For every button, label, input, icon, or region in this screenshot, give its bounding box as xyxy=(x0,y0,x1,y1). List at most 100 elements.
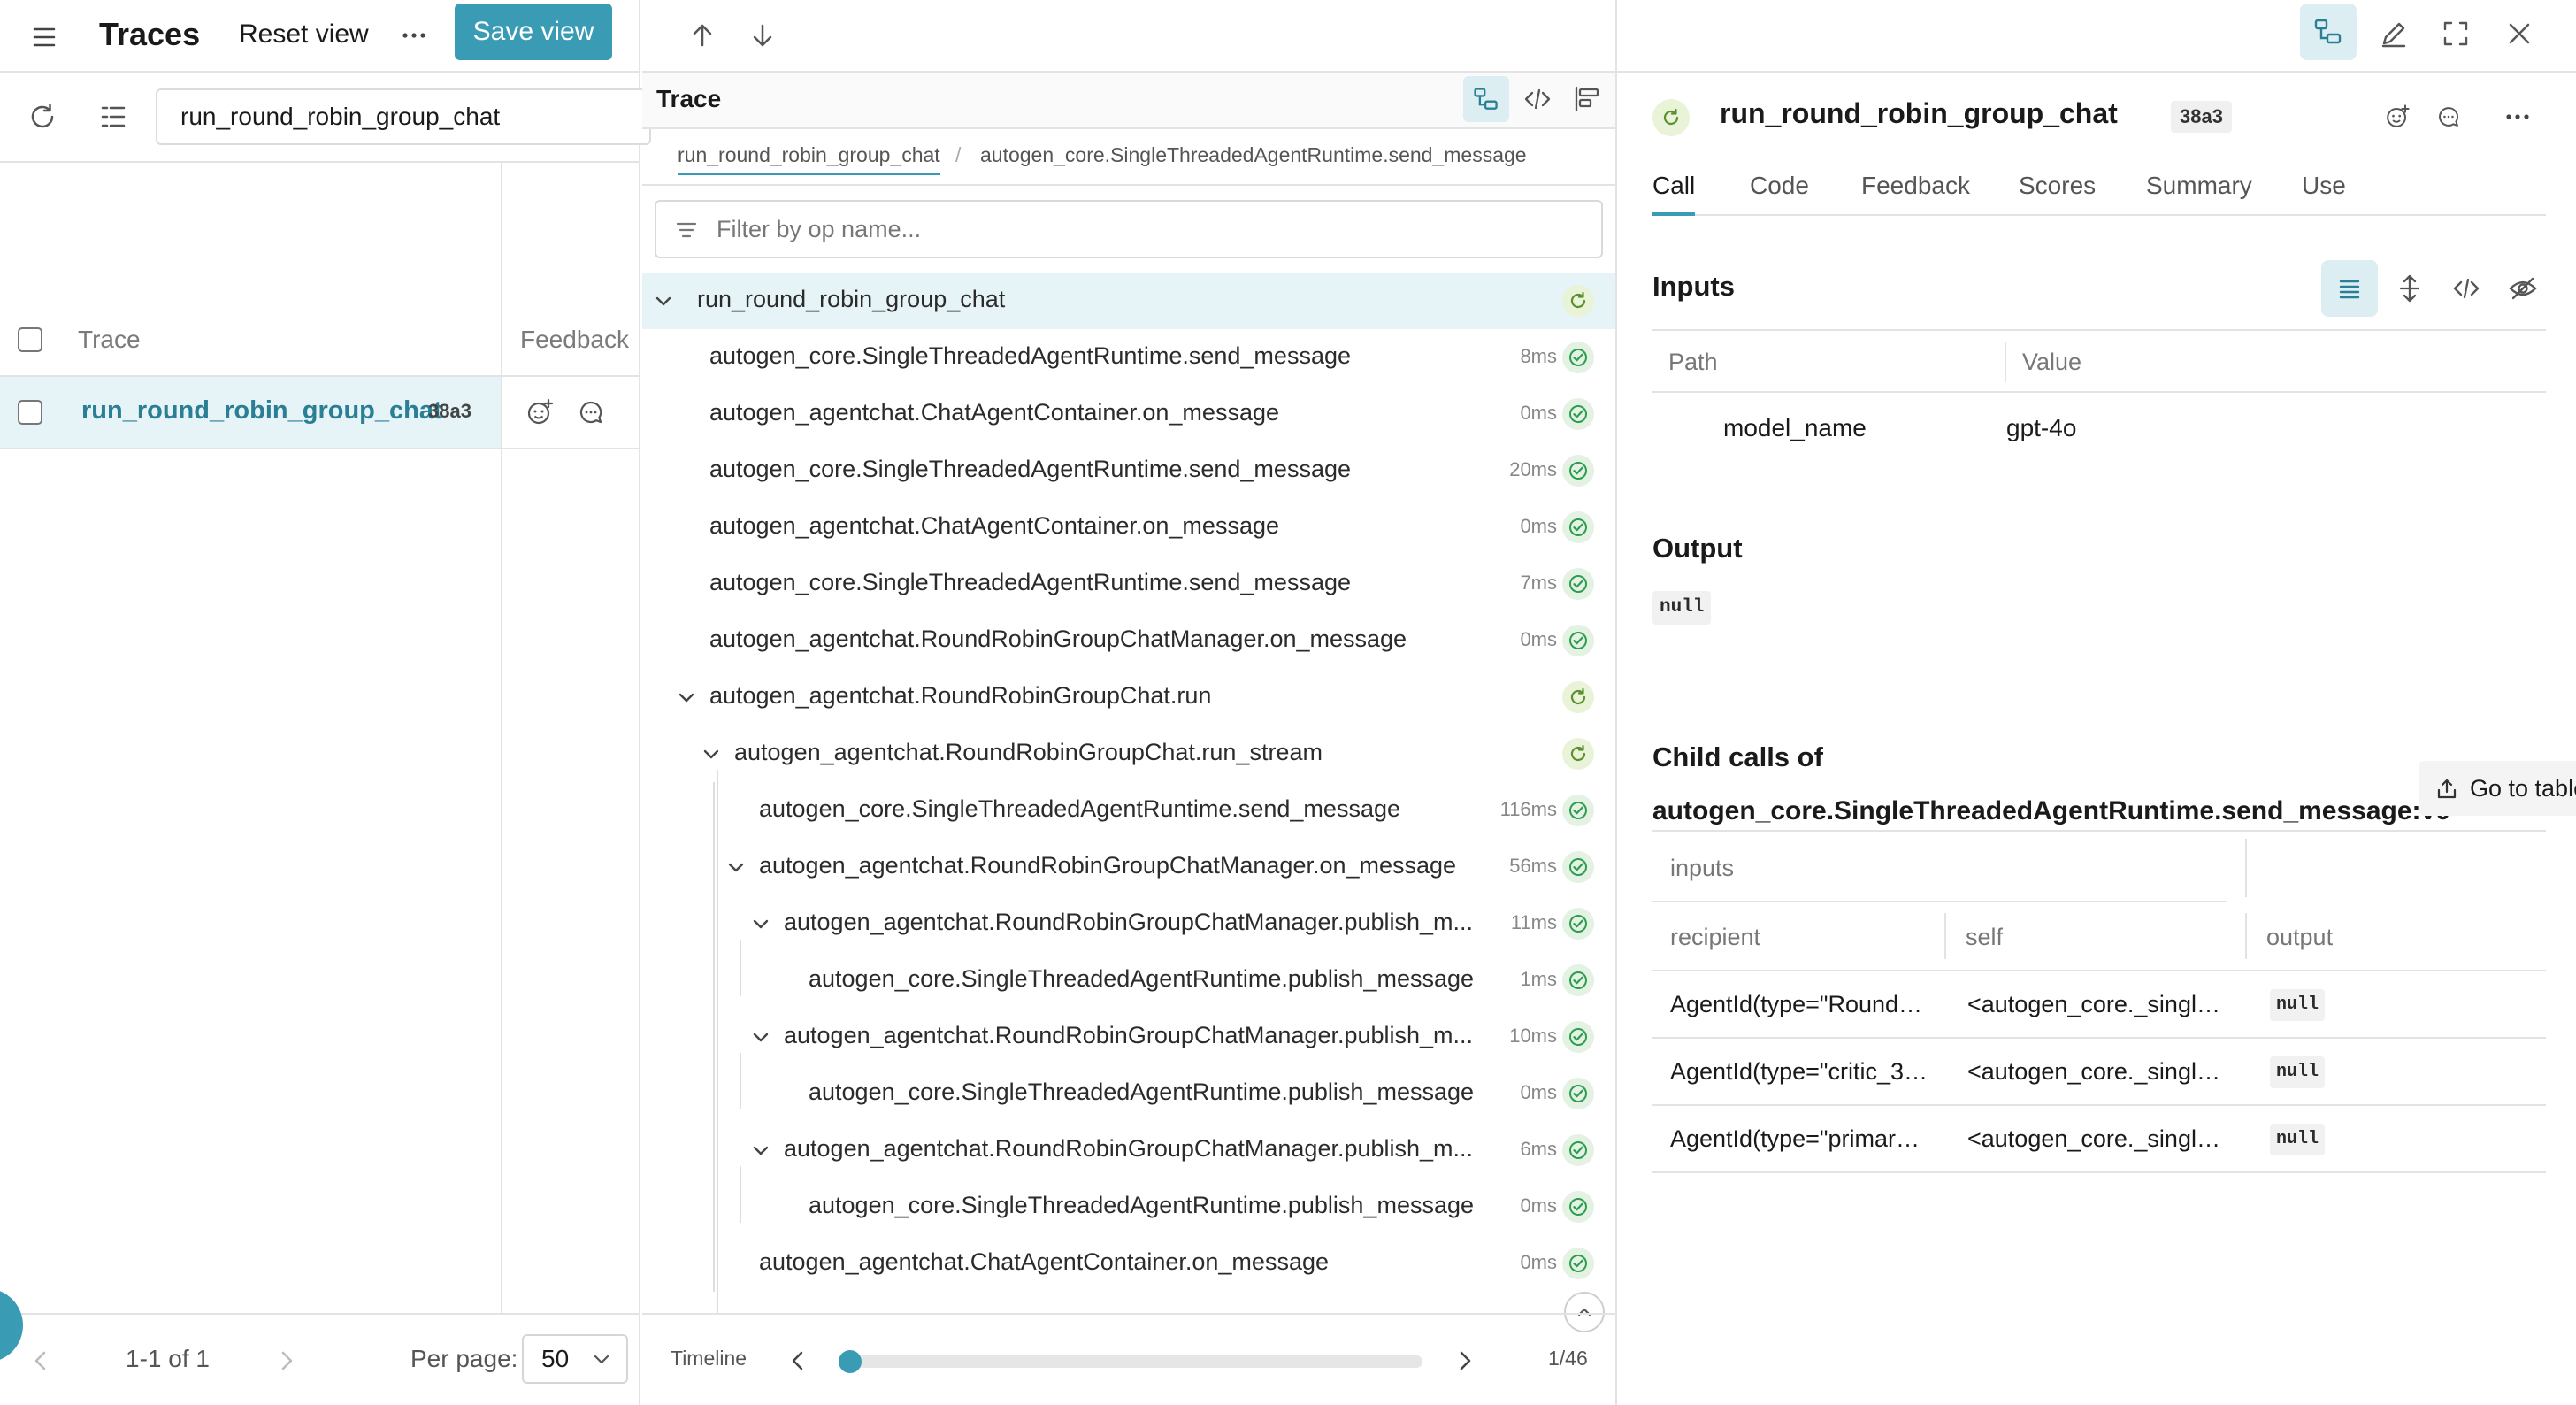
call-detail-panel: run_round_robin_group_chat 38a3 Call Cod… xyxy=(1619,73,2576,1405)
trace-tree-row[interactable]: autogen_agentchat.ChatAgentContainer.on_… xyxy=(642,499,1615,556)
timeline-bar: Timeline 1/46 xyxy=(642,1313,1615,1405)
column-header-feedback[interactable]: Feedback xyxy=(520,326,629,354)
trace-op-name: autogen_agentchat.ChatAgentContainer.on_… xyxy=(759,1248,1329,1275)
more-options-icon[interactable] xyxy=(396,18,432,53)
edit-icon[interactable] xyxy=(2376,16,2411,51)
tab-summary[interactable]: Summary xyxy=(2146,172,2252,212)
trace-op-name: autogen_core.SingleThreadedAgentRuntime.… xyxy=(709,342,1351,369)
row-checkbox[interactable] xyxy=(18,400,42,425)
trace-tree-row[interactable]: autogen_core.SingleThreadedAgentRuntime.… xyxy=(642,1179,1615,1235)
input-key: model_name xyxy=(1723,414,1867,441)
menu-icon[interactable] xyxy=(27,19,62,55)
trace-tree-row[interactable]: autogen_core.SingleThreadedAgentRuntime.… xyxy=(642,442,1615,499)
more-options-icon[interactable] xyxy=(2500,101,2535,133)
trace-tree-row[interactable]: autogen_core.SingleThreadedAgentRuntime.… xyxy=(642,952,1615,1009)
search-input[interactable]: run_round_robin_group_chat xyxy=(156,88,651,145)
trace-tree-row[interactable]: autogen_core.SingleThreadedAgentRuntime.… xyxy=(642,556,1615,612)
chevron-down-icon[interactable] xyxy=(724,855,748,879)
trace-name-link[interactable]: run_round_robin_group_chat xyxy=(81,396,442,426)
export-icon xyxy=(2434,777,2459,802)
trace-op-duration: 6ms xyxy=(1520,1138,1557,1160)
trace-tree-row[interactable]: autogen_core.SingleThreadedAgentRuntime.… xyxy=(642,782,1615,839)
trace-tree-row[interactable]: autogen_agentchat.RoundRobinGroupChatMan… xyxy=(642,839,1615,895)
previous-page-icon[interactable] xyxy=(27,1347,55,1375)
close-icon[interactable] xyxy=(2502,16,2537,51)
tab-feedback[interactable]: Feedback xyxy=(1861,172,1970,212)
traces-grid: Trace Feedback run_round_robin_group_cha… xyxy=(0,163,640,1313)
chevron-down-icon[interactable] xyxy=(674,685,699,710)
per-page-select[interactable]: 50 xyxy=(522,1334,628,1384)
trace-op-name: autogen_agentchat.RoundRobinGroupChat.ru… xyxy=(734,739,1322,765)
comment-icon[interactable] xyxy=(2433,101,2465,133)
chevron-down-icon[interactable] xyxy=(651,288,676,313)
call-title: run_round_robin_group_chat xyxy=(1720,97,2118,129)
child-calls-title: Child calls of xyxy=(1652,741,1823,772)
chevron-down-icon[interactable] xyxy=(748,1138,773,1163)
trace-tree-row[interactable]: run_round_robin_group_chat xyxy=(642,273,1615,329)
select-all-checkbox[interactable] xyxy=(18,327,42,352)
column-header-recipient[interactable]: recipient xyxy=(1670,924,1760,951)
filter-input[interactable]: Filter by op name... xyxy=(655,200,1603,258)
column-header-value: Value xyxy=(2022,349,2082,375)
trace-tree-row[interactable]: autogen_core.SingleThreadedAgentRuntime.… xyxy=(642,1065,1615,1122)
column-header-output[interactable]: output xyxy=(2266,924,2333,951)
save-view-button[interactable]: Save view xyxy=(455,4,612,60)
add-reaction-icon[interactable] xyxy=(2381,101,2413,133)
trace-op-duration: 0ms xyxy=(1520,515,1557,537)
breadcrumb-current[interactable]: autogen_core.SingleThreadedAgentRuntime.… xyxy=(980,143,1527,167)
trace-tree-row[interactable]: autogen_agentchat.ChatAgentContainer.on_… xyxy=(642,386,1615,442)
columns-icon[interactable] xyxy=(96,99,131,134)
code-icon[interactable] xyxy=(2450,273,2482,304)
chevron-down-icon[interactable] xyxy=(699,741,724,766)
table-row[interactable]: run_round_robin_group_chat 38a3 xyxy=(0,377,640,449)
trace-id-badge: 38a3 xyxy=(428,400,472,422)
trace-tree-row[interactable]: autogen_agentchat.RoundRobinGroupChat.ru… xyxy=(642,726,1615,782)
reset-view-button[interactable]: Reset view xyxy=(239,18,369,51)
table-row[interactable]: AgentId(type="primar… <autogen_core._sin… xyxy=(1652,1106,2546,1173)
trace-op-duration: 0ms xyxy=(1520,1194,1557,1217)
trace-tree-row[interactable]: autogen_agentchat.RoundRobinGroupChatMan… xyxy=(642,1009,1615,1065)
cell-recipient: AgentId(type="Round… xyxy=(1670,991,1923,1017)
trace-tree-row[interactable]: autogen_core.SingleThreadedAgentRuntime.… xyxy=(642,329,1615,386)
refresh-icon[interactable] xyxy=(25,99,60,134)
trace-tree-row[interactable]: autogen_agentchat.RoundRobinGroupChatMan… xyxy=(642,612,1615,669)
success-status-icon xyxy=(1562,568,1594,600)
column-header-self[interactable]: self xyxy=(1966,924,2003,951)
list-view-icon[interactable] xyxy=(2321,260,2378,317)
tree-guide-line xyxy=(740,1053,741,1109)
add-reaction-icon[interactable] xyxy=(522,395,557,430)
trace-op-duration: 1ms xyxy=(1520,968,1557,990)
timeline-track[interactable] xyxy=(842,1355,1422,1368)
trace-op-name: autogen_agentchat.RoundRobinGroupChatMan… xyxy=(709,626,1407,652)
chevron-down-icon[interactable] xyxy=(748,911,773,936)
breadcrumb-root[interactable]: run_round_robin_group_chat xyxy=(678,143,940,175)
trace-tree-row[interactable]: autogen_agentchat.RoundRobinGroupChatMan… xyxy=(642,1122,1615,1179)
table-row[interactable]: AgentId(type="Round… <autogen_core._sing… xyxy=(1652,971,2546,1039)
expand-icon[interactable] xyxy=(2394,273,2426,304)
column-header-trace[interactable]: Trace xyxy=(78,326,141,354)
graph-view-icon[interactable] xyxy=(1463,76,1509,122)
tab-code[interactable]: Code xyxy=(1750,172,1809,212)
timeline-slider-handle[interactable] xyxy=(839,1350,862,1373)
hide-icon[interactable] xyxy=(2507,273,2539,304)
tab-scores[interactable]: Scores xyxy=(2019,172,2096,212)
trace-tree-row[interactable]: autogen_agentchat.RoundRobinGroupChat.ru… xyxy=(642,669,1615,726)
tab-use[interactable]: Use xyxy=(2302,172,2346,212)
next-page-icon[interactable] xyxy=(272,1347,301,1375)
chevron-down-icon[interactable] xyxy=(748,1025,773,1049)
flamegraph-icon[interactable] xyxy=(1571,83,1603,115)
timeline-next-icon[interactable] xyxy=(1451,1347,1479,1375)
timeline-prev-icon[interactable] xyxy=(784,1347,812,1375)
graph-icon[interactable] xyxy=(2300,4,2357,60)
trace-tree: run_round_robin_group_chat autogen_core.S… xyxy=(642,273,1615,1313)
go-to-table-button[interactable]: Go to table xyxy=(2419,761,2576,816)
table-row[interactable]: AgentId(type="critic_3… <autogen_core._s… xyxy=(1652,1039,2546,1106)
tab-call[interactable]: Call xyxy=(1652,172,1696,216)
trace-tree-row[interactable]: autogen_agentchat.ChatAgentContainer.on_… xyxy=(642,1235,1615,1292)
output-value: null xyxy=(1652,591,1712,625)
column-divider xyxy=(2005,342,2006,382)
code-view-icon[interactable] xyxy=(1522,83,1553,115)
fullscreen-icon[interactable] xyxy=(2438,16,2473,51)
trace-tree-row[interactable]: autogen_agentchat.RoundRobinGroupChatMan… xyxy=(642,895,1615,952)
comment-icon[interactable] xyxy=(573,395,609,430)
